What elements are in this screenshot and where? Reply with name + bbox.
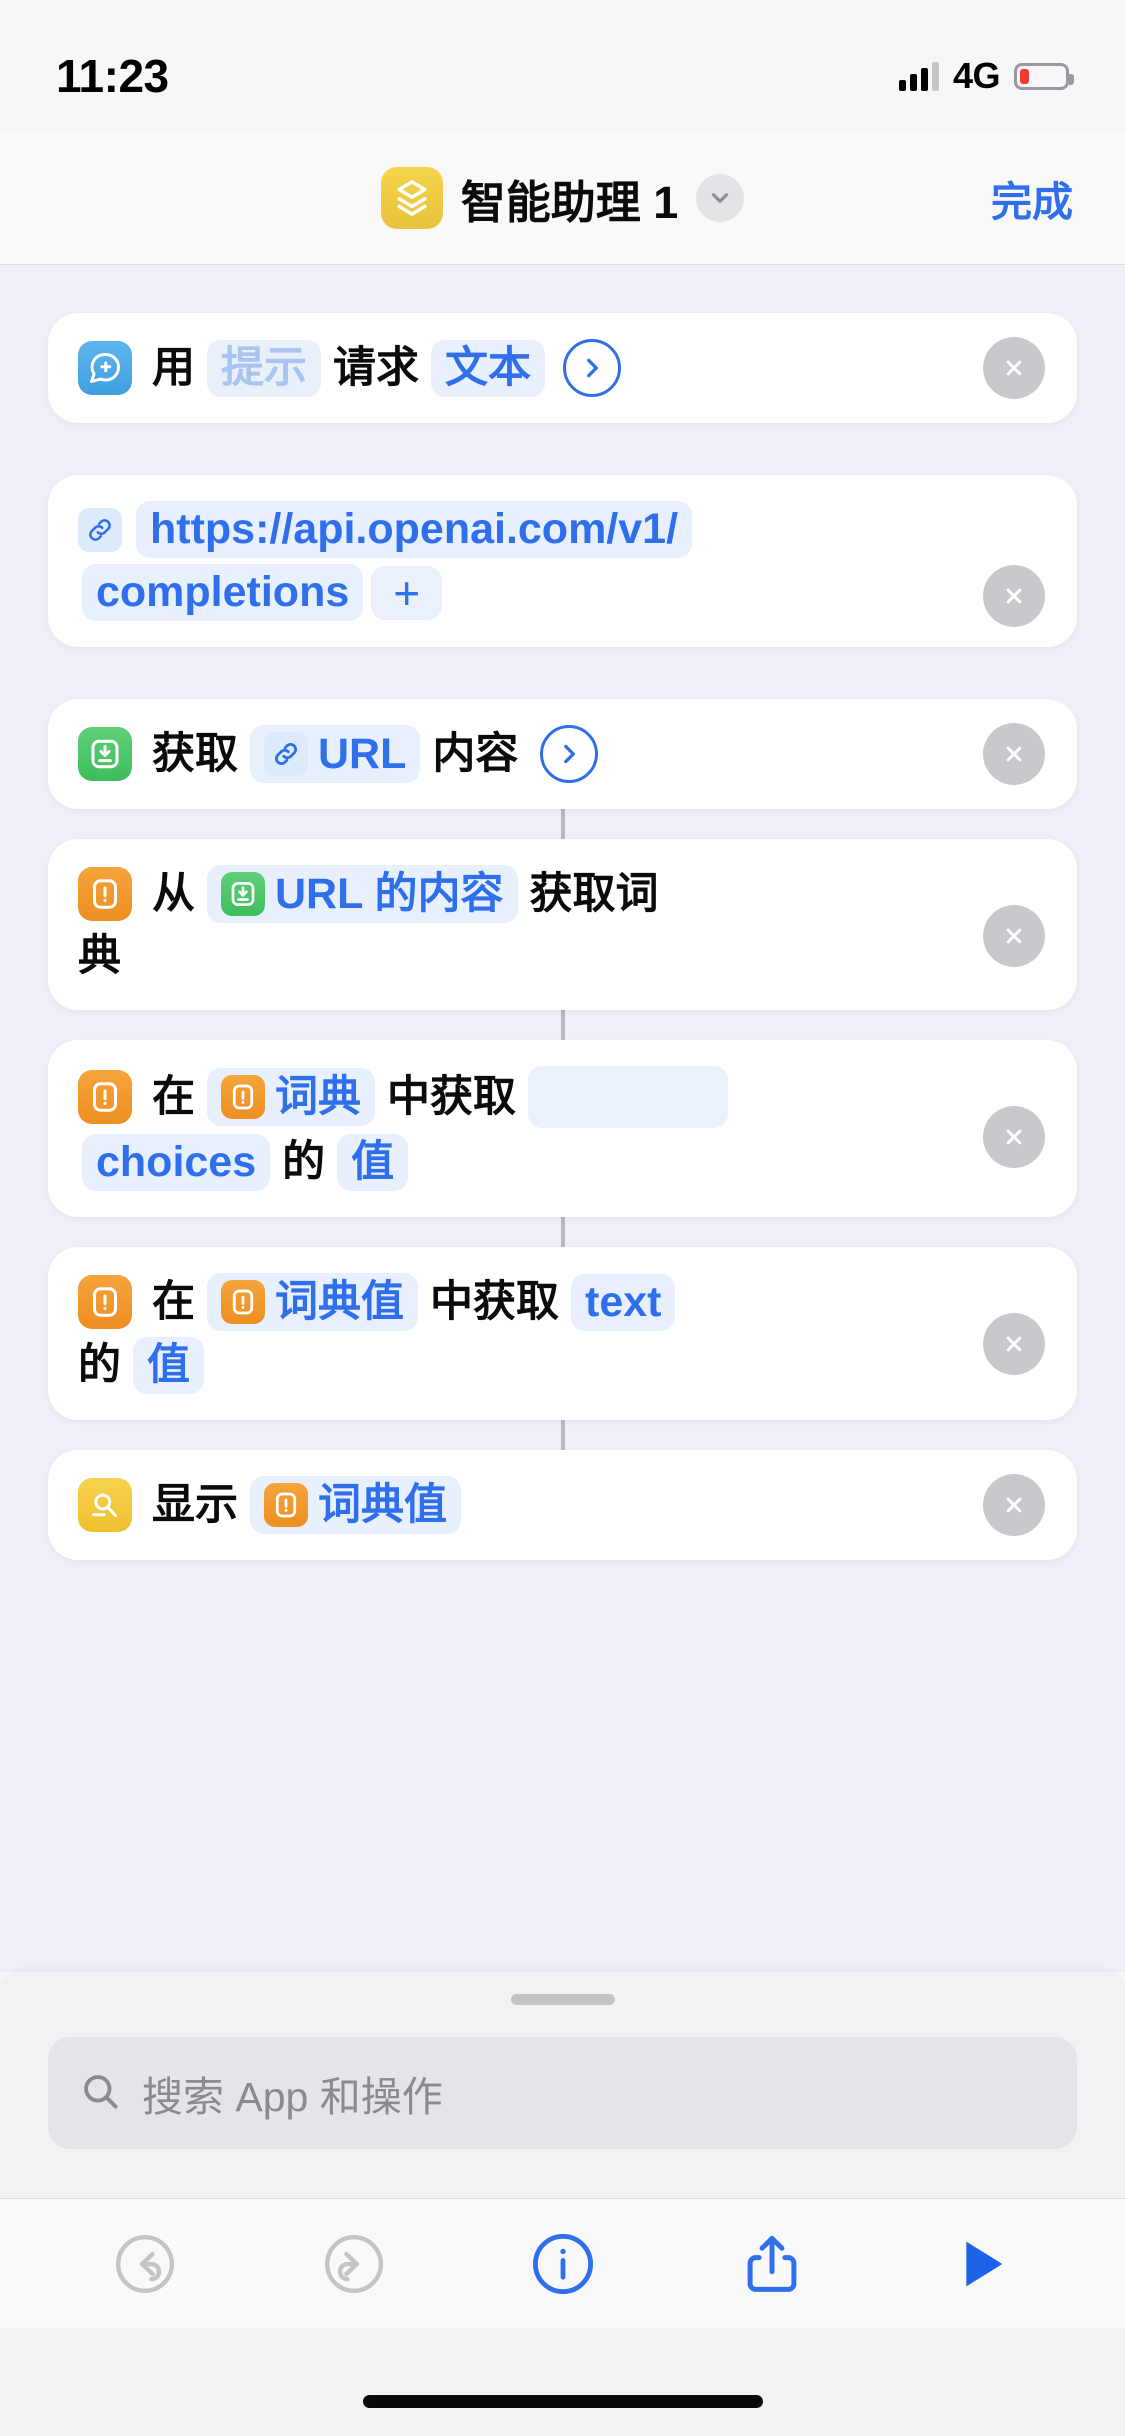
parameter-url-value[interactable]: https://api.openai.com/v1/ <box>136 501 693 558</box>
signal-bars-icon <box>898 61 939 91</box>
action-card-quick-look[interactable]: 显示 词典值 <box>48 1450 1077 1560</box>
parameter-url-value-cont[interactable]: completions <box>82 564 364 621</box>
action-text: 从 <box>152 869 195 918</box>
link-icon <box>78 507 122 552</box>
shortcuts-icon <box>380 167 443 229</box>
remove-action-button[interactable] <box>983 337 1045 399</box>
action-text: 请求 <box>333 343 419 392</box>
parameter-input-type[interactable]: 文本 <box>431 339 545 397</box>
action-text: 在 <box>152 1072 195 1121</box>
search-icon <box>78 2069 122 2118</box>
dictionary-icon <box>221 1280 265 1324</box>
parameter-label: URL 的内容 <box>275 869 504 918</box>
page-title: 智能助理 1 <box>460 176 679 228</box>
action-library-sheet[interactable]: 搜索 App 和操作 <box>0 1972 1125 2436</box>
remove-action-button[interactable] <box>983 1313 1045 1375</box>
remove-action-button[interactable] <box>983 723 1045 785</box>
parameter-dictionary-variable[interactable]: 词典 <box>207 1068 375 1126</box>
home-indicator <box>362 2395 763 2408</box>
dictionary-icon <box>78 1070 132 1124</box>
navigation-bar: 智能助理 1 完成 <box>0 132 1125 265</box>
action-card-get-dictionary-value-text[interactable]: 在 词典值 中获取 text 的 值 <box>48 1247 1077 1420</box>
download-url-icon <box>78 727 132 781</box>
share-icon[interactable] <box>724 2216 820 2312</box>
status-bar: 11:23 4G <box>0 0 1125 132</box>
battery-low-icon <box>1014 62 1074 90</box>
status-bar-indicators: 4G <box>898 55 1074 97</box>
action-card-ask-for-input[interactable]: 用 提示 请求 文本 <box>48 313 1077 423</box>
action-card-url[interactable]: https://api.openai.com/v1/ completions + <box>48 475 1077 647</box>
info-icon[interactable] <box>515 2216 611 2312</box>
remove-action-button[interactable] <box>983 1474 1045 1536</box>
action-text: 获取 <box>152 729 238 778</box>
action-text: 的 <box>78 1341 121 1389</box>
action-text: 显示 <box>152 1480 238 1529</box>
parameter-key-field-blank[interactable] <box>528 1066 728 1128</box>
parameter-url-contents-variable[interactable]: URL 的内容 <box>207 865 518 923</box>
chevron-down-icon[interactable] <box>696 174 745 222</box>
action-card-get-dictionary-value-choices[interactable]: 在 词典 中获取 choices 的 值 <box>48 1040 1077 1217</box>
dictionary-icon <box>221 1075 265 1119</box>
action-card-get-dictionary-from-input[interactable]: 从 URL 的内容 获取词 典 <box>48 839 1077 1010</box>
shortcut-actions-list[interactable]: 用 提示 请求 文本 https://api.openai.com/v1/ co… <box>0 265 1125 1972</box>
remove-action-button[interactable] <box>983 565 1045 627</box>
remove-action-button[interactable] <box>983 905 1045 967</box>
action-text: 中获取 <box>430 1277 559 1326</box>
parameter-key-value[interactable]: choices <box>82 1134 271 1191</box>
shortcut-title-button[interactable]: 智能助理 1 <box>380 166 745 231</box>
dictionary-icon <box>264 1483 308 1527</box>
done-button[interactable]: 完成 <box>991 168 1073 228</box>
status-bar-time: 11:23 <box>56 50 169 102</box>
search-input[interactable]: 搜索 App 和操作 <box>48 2037 1077 2149</box>
remove-action-button[interactable] <box>983 1106 1045 1168</box>
link-icon <box>264 732 308 776</box>
action-text: 内容 <box>432 729 519 778</box>
parameter-value-type[interactable]: 值 <box>133 1337 204 1394</box>
parameter-dictionary-value-variable[interactable]: 词典值 <box>207 1273 418 1331</box>
sheet-grabber[interactable] <box>510 1994 615 2005</box>
action-text: 的 <box>282 1138 326 1186</box>
parameter-label: URL <box>318 729 407 778</box>
parameter-label: 词典值 <box>275 1277 404 1326</box>
undo-icon[interactable] <box>97 2216 193 2312</box>
dictionary-icon <box>78 1275 132 1329</box>
chevron-right-icon[interactable] <box>540 725 599 783</box>
parameter-dictionary-value-variable[interactable]: 词典值 <box>250 1476 461 1534</box>
download-url-icon <box>221 872 265 916</box>
search-placeholder: 搜索 App 和操作 <box>142 2074 443 2120</box>
add-url-button[interactable]: + <box>371 565 443 620</box>
action-card-get-contents-of-url[interactable]: 获取 URL 内容 <box>48 699 1077 809</box>
action-text: 在 <box>152 1277 195 1326</box>
dictionary-icon <box>78 867 132 921</box>
parameter-value-type[interactable]: 值 <box>337 1134 409 1191</box>
parameter-label: 词典 <box>275 1072 361 1121</box>
action-text: 获取词 <box>529 869 659 918</box>
parameter-url-variable[interactable]: URL <box>250 725 421 783</box>
action-text-cont: 典 <box>78 932 121 980</box>
action-text: 用 <box>152 343 195 392</box>
parameter-prompt-placeholder[interactable]: 提示 <box>207 339 321 397</box>
redo-icon[interactable] <box>306 2216 402 2312</box>
chat-plus-icon <box>78 341 132 395</box>
parameter-key-value[interactable]: text <box>571 1273 676 1331</box>
status-bar-network: 4G <box>952 55 1001 96</box>
parameter-label: 词典值 <box>318 1480 447 1529</box>
play-icon[interactable] <box>933 2216 1029 2312</box>
editor-toolbar[interactable] <box>0 2198 1125 2328</box>
chevron-right-icon[interactable] <box>563 339 621 397</box>
action-text: 中获取 <box>387 1072 516 1121</box>
quicklook-icon <box>78 1478 132 1532</box>
